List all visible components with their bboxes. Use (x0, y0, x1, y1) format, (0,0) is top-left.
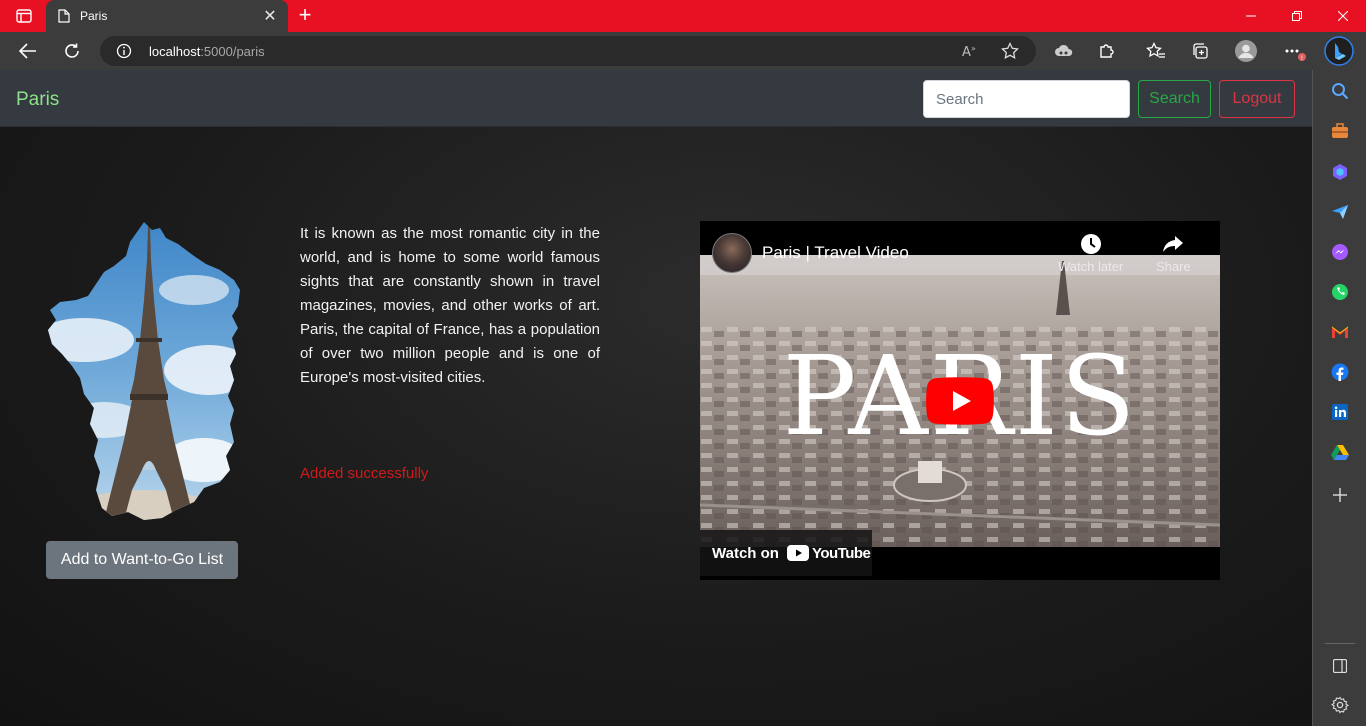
more-menu-icon[interactable]: ! (1280, 39, 1308, 63)
url-host: localhost (149, 44, 201, 59)
favorite-star-icon[interactable] (996, 39, 1024, 63)
svg-text:»: » (971, 44, 976, 53)
page-viewport: Paris Search Logout (0, 70, 1312, 726)
watch-later-label: Watch later (1058, 259, 1124, 274)
video-title[interactable]: Paris | Travel Video (762, 243, 909, 263)
tab-actions-icon[interactable] (8, 5, 40, 27)
minimize-icon[interactable] (1228, 0, 1274, 32)
svg-text:!: ! (1301, 55, 1303, 61)
share-label: Share (1156, 259, 1191, 274)
copilot-icon[interactable] (1327, 159, 1353, 185)
youtube-embed[interactable]: PARIS Paris | Travel Video Watch later S… (700, 221, 1220, 580)
clock-icon (1080, 234, 1101, 254)
browser-titlebar: Paris ✕ + (0, 0, 1366, 32)
hide-sidebar-icon[interactable] (1327, 653, 1353, 679)
share-icon (1163, 236, 1184, 252)
browser-toolbar: localhost:5000/paris A» ! (0, 32, 1366, 70)
status-message: Added successfully (300, 465, 429, 482)
watch-on-label: Watch on (712, 544, 779, 562)
share-control[interactable]: Share (1156, 233, 1191, 274)
gmail-icon[interactable] (1327, 319, 1353, 345)
tab-close-icon[interactable]: ✕ (262, 6, 278, 26)
search-input[interactable] (923, 80, 1130, 118)
collections-icon[interactable] (1186, 39, 1214, 63)
favorites-icon[interactable] (1142, 39, 1170, 63)
logout-button[interactable]: Logout (1219, 80, 1295, 118)
play-button-icon[interactable] (926, 377, 994, 425)
site-brand[interactable]: Paris (16, 89, 59, 111)
page-icon (58, 9, 70, 23)
watch-later-control[interactable]: Watch later (1058, 233, 1123, 274)
facebook-icon[interactable] (1327, 359, 1353, 385)
whatsapp-icon[interactable] (1327, 279, 1353, 305)
tab-title: Paris (80, 9, 108, 23)
read-aloud-icon[interactable]: A» (956, 39, 984, 63)
url-text: localhost:5000/paris (149, 44, 265, 59)
watch-on-youtube-link[interactable]: Watch on YouTube (700, 530, 872, 576)
channel-avatar[interactable] (712, 233, 752, 273)
youtube-logo-icon (786, 545, 809, 561)
extensions-icon[interactable] (1093, 39, 1121, 63)
edge-sidebar (1312, 70, 1366, 726)
search-icon[interactable] (1327, 78, 1353, 104)
site-navbar: Paris Search Logout (0, 70, 1312, 127)
url-path: :5000/paris (200, 44, 265, 59)
svg-text:A: A (962, 45, 971, 59)
drive-icon[interactable] (1327, 439, 1353, 465)
settings-gear-icon[interactable] (1327, 692, 1353, 718)
search-button[interactable]: Search (1138, 80, 1211, 118)
site-info-icon[interactable] (114, 41, 134, 61)
close-window-icon[interactable] (1320, 0, 1366, 32)
browser-tab-paris[interactable]: Paris ✕ (46, 0, 288, 32)
cloud-icon[interactable] (1050, 39, 1078, 63)
refresh-icon[interactable] (58, 39, 86, 63)
bing-copilot-icon[interactable] (1324, 36, 1354, 66)
back-icon[interactable] (14, 39, 42, 63)
linkedin-icon[interactable] (1327, 399, 1353, 425)
briefcase-icon[interactable] (1327, 118, 1353, 144)
messenger-icon[interactable] (1327, 239, 1353, 265)
france-eiffel-image (48, 222, 240, 520)
youtube-wordmark: YouTube (811, 544, 871, 562)
address-bar[interactable]: localhost:5000/paris A» (100, 36, 1036, 66)
city-description: It is known as the most romantic city in… (300, 225, 600, 386)
sidebar-divider (1325, 643, 1355, 644)
add-icon[interactable] (1327, 482, 1353, 508)
new-tab-button[interactable]: + (293, 4, 317, 28)
profile-avatar-icon[interactable] (1232, 39, 1260, 63)
restore-icon[interactable] (1274, 0, 1320, 32)
send-icon[interactable] (1327, 199, 1353, 225)
add-to-list-button[interactable]: Add to Want-to-Go List (46, 541, 238, 579)
